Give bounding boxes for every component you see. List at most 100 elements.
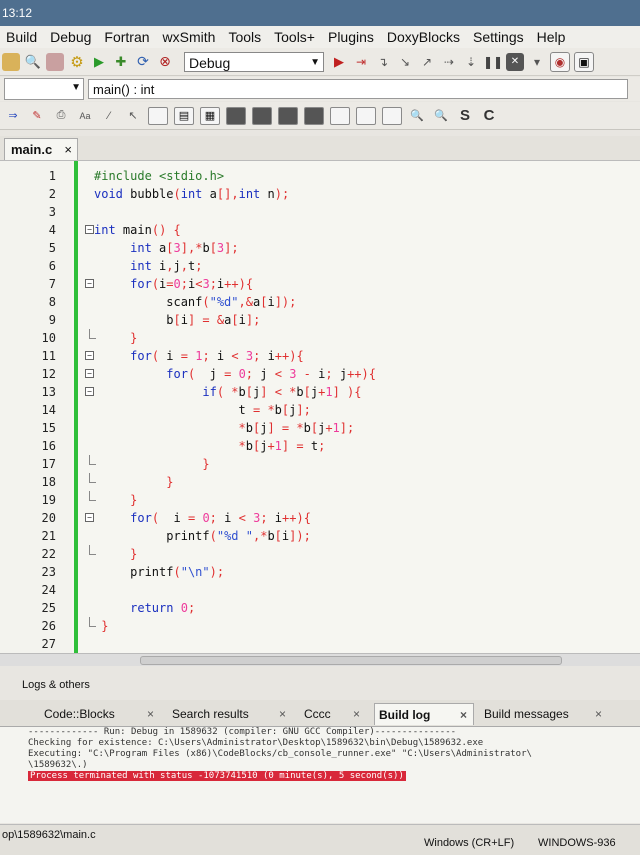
code-line[interactable]: 8 scanf("%d",&a[i]); bbox=[0, 293, 640, 311]
code-line[interactable]: 25 return 0; bbox=[0, 599, 640, 617]
info-icon[interactable]: ◉ bbox=[550, 51, 570, 72]
frame-icon[interactable] bbox=[356, 106, 376, 125]
code-line[interactable]: 2 void bubble(int a[],int n); bbox=[0, 185, 640, 203]
code-line[interactable]: 11 − for( i = 1; i < 3; i++){ bbox=[0, 347, 640, 365]
code-line[interactable]: 14 t = *b[j]; bbox=[0, 401, 640, 419]
code-line[interactable]: 19 } bbox=[0, 491, 640, 509]
zoom-out-icon[interactable]: 🔍 bbox=[432, 108, 450, 124]
build-target-select[interactable]: Debug ▼ bbox=[184, 51, 324, 72]
tab-main-c[interactable]: main.c × bbox=[4, 138, 78, 160]
code-line[interactable]: 7 − for(i=0;i<3;i++){ bbox=[0, 275, 640, 293]
bitmap-icon[interactable]: ▦ bbox=[200, 106, 220, 125]
menu-tools[interactable]: Tools bbox=[228, 29, 261, 45]
code-editor[interactable]: 1 #include <stdio.h> 2 void bubble(int a[],… bbox=[0, 161, 640, 653]
rebuild-icon[interactable]: ⟳ bbox=[134, 53, 152, 71]
step-into-icon[interactable]: ↘ bbox=[396, 53, 414, 71]
pause-icon[interactable]: ❚❚ bbox=[483, 53, 503, 71]
code-c-icon[interactable]: C bbox=[480, 107, 498, 124]
step-out-icon[interactable]: ↗ bbox=[418, 53, 436, 71]
code-line[interactable]: 27 bbox=[0, 635, 640, 653]
replace-icon[interactable] bbox=[46, 52, 64, 71]
code-line[interactable]: 6 int i,j,t; bbox=[0, 257, 640, 275]
horizontal-scrollbar[interactable] bbox=[0, 653, 640, 666]
code-line[interactable]: 4 − int main() { bbox=[0, 221, 640, 239]
close-icon[interactable]: × bbox=[147, 703, 154, 725]
line-number: 11 bbox=[41, 349, 56, 363]
pointer-icon[interactable]: ↖ bbox=[124, 108, 142, 124]
code-line[interactable]: 3 bbox=[0, 203, 640, 221]
image-icon[interactable]: ▤ bbox=[174, 106, 194, 125]
code-text: if( *b[j] < *b[j+1] ){ bbox=[202, 385, 362, 399]
scope-select[interactable]: ▼ bbox=[4, 78, 84, 100]
layout-col-icon[interactable] bbox=[252, 106, 272, 125]
code-line[interactable]: 13 − if( *b[j] < *b[j+1] ){ bbox=[0, 383, 640, 401]
run-to-cursor-icon[interactable]: ⇥ bbox=[352, 53, 370, 71]
tab-build-messages[interactable]: Build messages × bbox=[480, 703, 608, 725]
menu-build[interactable]: Build bbox=[6, 29, 37, 45]
tab-codeblocks[interactable]: Code::Blocks × bbox=[40, 703, 160, 725]
menu-fortran[interactable]: Fortran bbox=[104, 29, 149, 45]
next-instruction-icon[interactable]: ⇢ bbox=[440, 53, 458, 71]
zoom-in-icon[interactable]: 🔍 bbox=[408, 108, 426, 124]
box-icon[interactable] bbox=[382, 106, 402, 125]
code-line[interactable]: 15 *b[j] = *b[j+1]; bbox=[0, 419, 640, 437]
code-line[interactable]: 24 bbox=[0, 581, 640, 599]
build-and-run-icon[interactable]: ✚ bbox=[112, 53, 130, 71]
code-line[interactable]: 1 #include <stdio.h> bbox=[0, 167, 640, 185]
font-icon[interactable]: Aa bbox=[76, 108, 94, 124]
abort-icon[interactable]: ⊗ bbox=[156, 53, 174, 71]
rectangle-icon[interactable] bbox=[330, 106, 350, 125]
step-into-instruction-icon[interactable]: ⇣ bbox=[462, 53, 480, 71]
panel-icon[interactable] bbox=[148, 106, 168, 125]
code-line[interactable]: 12 − for( j = 0; j < 3 - i; j++){ bbox=[0, 365, 640, 383]
next-line-icon[interactable]: ↴ bbox=[374, 53, 392, 71]
scrollbar-thumb[interactable] bbox=[140, 656, 562, 665]
close-icon[interactable]: × bbox=[460, 704, 467, 726]
stop-debug-icon[interactable]: ✕ bbox=[506, 52, 524, 71]
find-icon[interactable]: 🔍 bbox=[24, 53, 42, 71]
menu-settings[interactable]: Settings bbox=[473, 29, 524, 45]
menu-help[interactable]: Help bbox=[537, 29, 566, 45]
code-line[interactable]: 16 *b[j+1] = t; bbox=[0, 437, 640, 455]
debug-start-icon[interactable]: ▶ bbox=[330, 53, 348, 71]
highlight-pen-icon[interactable]: ✎ bbox=[28, 108, 46, 124]
code-line[interactable]: 18 } bbox=[0, 473, 640, 491]
layout-row-icon[interactable] bbox=[226, 106, 246, 125]
layout-box-icon[interactable] bbox=[304, 106, 324, 125]
window-icon[interactable]: ▣ bbox=[574, 51, 594, 72]
folder-icon[interactable] bbox=[2, 52, 20, 71]
print-icon[interactable]: ⎙ bbox=[52, 108, 70, 124]
close-icon[interactable]: × bbox=[64, 139, 72, 161]
tab-search-results[interactable]: Search results × bbox=[168, 703, 292, 725]
close-icon[interactable]: × bbox=[353, 703, 360, 725]
menu-debug[interactable]: Debug bbox=[50, 29, 91, 45]
function-select[interactable]: main() : int bbox=[88, 79, 628, 99]
code-s-icon[interactable]: S bbox=[456, 107, 474, 124]
code-line[interactable]: 20 − for( i = 0; i < 3; i++){ bbox=[0, 509, 640, 527]
tab-cccc[interactable]: Cccc × bbox=[300, 703, 366, 725]
menu-wxsmith[interactable]: wxSmith bbox=[163, 29, 216, 45]
jump-forward-icon[interactable]: ⇒ bbox=[4, 108, 22, 124]
code-line[interactable]: 26 } bbox=[0, 617, 640, 635]
debug-windows-icon[interactable]: ▾ bbox=[528, 53, 546, 71]
close-icon[interactable]: × bbox=[279, 703, 286, 725]
layout-grid-icon[interactable] bbox=[278, 106, 298, 125]
code-line[interactable]: 10 } bbox=[0, 329, 640, 347]
code-line[interactable]: 21 printf("%d ",*b[i]); bbox=[0, 527, 640, 545]
menu-doxyblocks[interactable]: DoxyBlocks bbox=[387, 29, 460, 45]
tab-filename: main.c bbox=[11, 142, 53, 157]
code-line[interactable]: 23 printf("\n"); bbox=[0, 563, 640, 581]
code-line[interactable]: 5 int a[3],*b[3]; bbox=[0, 239, 640, 257]
tab-build-log[interactable]: Build log × bbox=[374, 703, 474, 725]
code-line[interactable]: 9 b[i] = &a[i]; bbox=[0, 311, 640, 329]
line-number: 17 bbox=[41, 457, 56, 471]
run-icon[interactable]: ▶ bbox=[90, 53, 108, 71]
build-gear-icon[interactable]: ⚙ bbox=[68, 53, 86, 71]
code-line[interactable]: 17 } bbox=[0, 455, 640, 473]
menu-plugins[interactable]: Plugins bbox=[328, 29, 374, 45]
code-line[interactable]: 22 } bbox=[0, 545, 640, 563]
magic-wand-icon[interactable]: ⁄ bbox=[100, 108, 118, 124]
menu-tools-plus[interactable]: Tools+ bbox=[274, 29, 315, 45]
line-number: 4 bbox=[48, 223, 56, 237]
close-icon[interactable]: × bbox=[595, 703, 602, 725]
